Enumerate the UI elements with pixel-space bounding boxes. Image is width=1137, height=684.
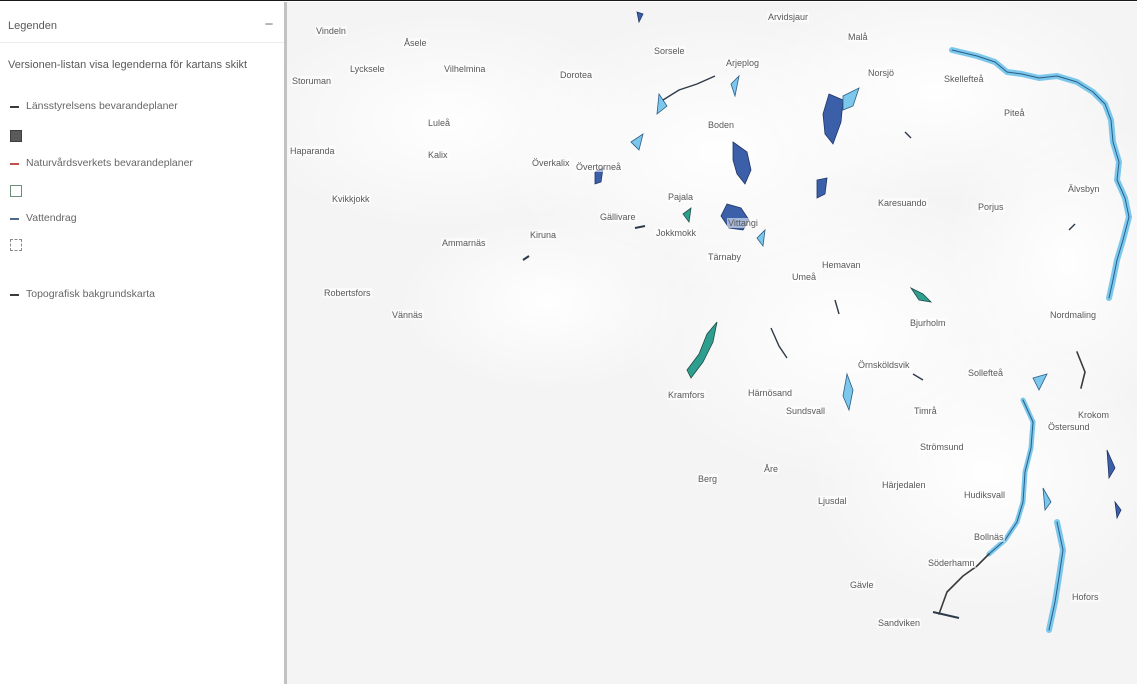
place-label: Jokkmokk bbox=[655, 228, 698, 238]
place-label: Robertsfors bbox=[323, 288, 372, 298]
place-label: Krokom bbox=[1077, 410, 1111, 420]
place-label: Sandviken bbox=[877, 618, 922, 628]
legend-title: Legenden bbox=[8, 20, 57, 32]
place-label: Ammarnäs bbox=[441, 238, 487, 248]
place-label: Arvidsjaur bbox=[767, 12, 810, 22]
place-label: Sorsele bbox=[653, 46, 686, 56]
place-label: Ljusdal bbox=[817, 496, 848, 506]
place-label: Härnösand bbox=[747, 388, 794, 398]
place-label: Kvikkjokk bbox=[331, 194, 371, 204]
legend-intro-text: Versionen-listan visa legenderna för kar… bbox=[8, 59, 248, 71]
line-symbol-icon bbox=[10, 294, 19, 296]
line-symbol-icon bbox=[10, 218, 19, 220]
place-label: Älvsbyn bbox=[1067, 184, 1101, 194]
dashed-swatch-icon bbox=[10, 239, 22, 251]
place-label: Härjedalen bbox=[881, 480, 927, 490]
place-label: Nordmaling bbox=[1049, 310, 1098, 320]
place-label: Berg bbox=[697, 474, 719, 484]
place-label: Söderhamn bbox=[927, 558, 976, 568]
place-label: Hemavan bbox=[821, 260, 862, 270]
fill-swatch-icon bbox=[10, 130, 22, 142]
legend-item-label: Naturvårdsverkets bevarandeplaner bbox=[26, 157, 193, 169]
place-label: Åsele bbox=[403, 38, 428, 48]
place-label: Dorotea bbox=[559, 70, 594, 80]
place-label: Karesuando bbox=[877, 198, 928, 208]
place-label: Åre bbox=[763, 464, 780, 474]
place-label: Örnsköldsvik bbox=[857, 360, 911, 370]
place-label: Porjus bbox=[977, 202, 1005, 212]
map-canvas[interactable]: Vindeln Åsele Lycksele Vilhelmina Dorote… bbox=[287, 2, 1137, 684]
legend-panel: Legenden − Versionen-listan visa legende… bbox=[0, 2, 284, 684]
place-label: Kramfors bbox=[667, 390, 706, 400]
place-label: Vittangi bbox=[727, 218, 759, 228]
place-label: Bjurholm bbox=[909, 318, 947, 328]
place-label: Norsjö bbox=[867, 68, 896, 78]
place-label: Storuman bbox=[291, 76, 333, 86]
legend-item-label: Vattendrag bbox=[26, 212, 77, 224]
place-label: Övertorneå bbox=[575, 162, 623, 172]
place-label: Arjeplog bbox=[725, 58, 761, 68]
place-label: Gävle bbox=[849, 580, 875, 590]
place-label: Haparanda bbox=[289, 146, 336, 156]
place-label: Pajala bbox=[667, 192, 695, 202]
place-label: Hofors bbox=[1071, 592, 1100, 602]
place-label: Gällivare bbox=[599, 212, 637, 222]
place-label: Luleå bbox=[427, 118, 452, 128]
place-label: Lycksele bbox=[349, 64, 386, 74]
outline-swatch-icon bbox=[10, 185, 22, 197]
collapse-button[interactable]: − bbox=[260, 16, 278, 34]
place-label: Timrå bbox=[913, 406, 938, 416]
place-label: Piteå bbox=[1003, 108, 1026, 118]
place-label: Skellefteå bbox=[943, 74, 985, 84]
map-layer bbox=[287, 2, 1137, 684]
place-label: Malå bbox=[847, 32, 869, 42]
place-label: Strömsund bbox=[919, 442, 965, 452]
place-label: Tärnaby bbox=[707, 252, 743, 262]
place-label: Hudiksvall bbox=[963, 490, 1007, 500]
place-label: Sollefteå bbox=[967, 368, 1005, 378]
line-symbol-icon bbox=[10, 163, 19, 165]
place-label: Sundsvall bbox=[785, 406, 827, 416]
map-viewer: Legenden − Versionen-listan visa legende… bbox=[0, 0, 1137, 684]
place-label: Boden bbox=[707, 120, 736, 130]
place-label: Överkalix bbox=[531, 158, 571, 168]
place-label: Vilhelmina bbox=[443, 64, 487, 74]
place-label: Östersund bbox=[1047, 422, 1091, 432]
place-label: Bollnäs bbox=[973, 532, 1005, 542]
place-label: Vindeln bbox=[315, 26, 347, 36]
legend-item-label: Topografisk bakgrundskarta bbox=[26, 288, 155, 300]
line-symbol-icon bbox=[10, 106, 19, 108]
place-label: Kiruna bbox=[529, 230, 558, 240]
place-label: Vännäs bbox=[391, 310, 424, 320]
place-label: Umeå bbox=[791, 272, 818, 282]
legend-header: Legenden − bbox=[0, 14, 284, 43]
place-label: Kalix bbox=[427, 150, 449, 160]
legend-item-label: Länsstyrelsens bevarandeplaner bbox=[26, 100, 178, 112]
